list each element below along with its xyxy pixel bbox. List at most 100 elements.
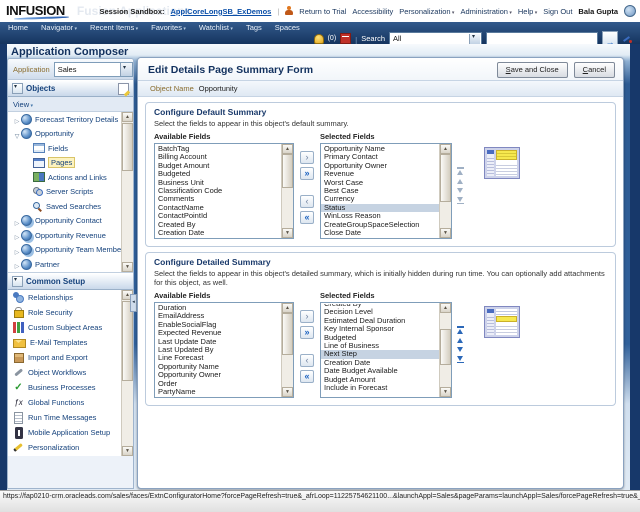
list-scrollbar[interactable] (439, 303, 451, 397)
list-option[interactable]: Creation Date (321, 359, 440, 367)
list-option[interactable]: Estimated Deal Duration (321, 317, 440, 325)
list-option[interactable]: Billing Account (155, 153, 282, 161)
list-option[interactable]: BatchTag (155, 145, 282, 153)
list-option[interactable]: Currency (321, 195, 440, 203)
list-option[interactable]: CreateGroupSpaceSelection (321, 221, 440, 229)
remove-all-icon[interactable]: « (300, 211, 314, 224)
scroll-down-icon[interactable] (282, 387, 293, 397)
menu-home[interactable]: Home (8, 23, 28, 32)
personalization-menu[interactable]: Personalization (399, 7, 454, 16)
application-select[interactable]: Sales (54, 62, 133, 77)
list-option-selected[interactable]: Status (321, 204, 440, 212)
list-scrollbar[interactable] (281, 303, 293, 397)
list-option[interactable]: Duration (155, 304, 282, 312)
tree-item-server-scripts[interactable]: Server Scripts (8, 185, 133, 200)
common-setup-item-run-time-messages[interactable]: Run Time Messages (8, 410, 133, 425)
tree-item-fields[interactable]: Fields (8, 141, 133, 156)
notifications-bell-icon[interactable] (314, 34, 324, 44)
common-setup-item-global-functions[interactable]: ƒxGlobal Functions (8, 395, 133, 410)
remove-selected-icon[interactable]: ‹ (300, 354, 314, 367)
list-option[interactable]: Close Date (321, 229, 440, 237)
list-option[interactable]: Date Budget Available (321, 367, 440, 375)
list-option[interactable]: Creation Date (155, 229, 282, 237)
menu-spaces[interactable]: Spaces (275, 23, 300, 32)
list-option[interactable]: Revenue (321, 170, 440, 178)
calendar-icon[interactable] (340, 33, 351, 44)
scroll-up-icon[interactable] (440, 303, 451, 313)
list-option[interactable]: Last Updated By (155, 346, 282, 354)
expand-icon[interactable] (13, 243, 21, 258)
remove-selected-icon[interactable]: ‹ (300, 195, 314, 208)
list-option[interactable]: Opportunity Name (155, 363, 282, 371)
view-menu-button[interactable]: View (13, 100, 33, 109)
common-setup-scrollbar[interactable] (121, 290, 133, 456)
list-option[interactable]: Line Forecast (155, 354, 282, 362)
move-down-icon[interactable] (457, 347, 463, 352)
tree-scrollbar[interactable] (121, 112, 133, 272)
tree-item-opportunity-team-member[interactable]: Opportunity Team Member (8, 243, 133, 258)
common-setup-item-role-security[interactable]: Role Security (8, 305, 133, 320)
list-option[interactable]: PartyName (155, 388, 282, 396)
move-to-top-icon[interactable] (457, 326, 464, 334)
chevron-down-icon[interactable] (120, 63, 132, 76)
list-option[interactable]: Created By (155, 221, 282, 229)
scroll-down-icon[interactable] (122, 446, 133, 456)
tree-item-actions-and-links[interactable]: Actions and Links (8, 170, 133, 185)
common-setup-item-personalization[interactable]: Personalization (8, 440, 133, 455)
scrollbar-thumb[interactable] (440, 154, 451, 202)
common-setup-item-object-workflows[interactable]: Object Workflows (8, 365, 133, 380)
common-setup-accordion-header[interactable]: Common Setup (8, 273, 133, 290)
scroll-up-icon[interactable] (282, 303, 293, 313)
tree-item-opportunity-revenue[interactable]: Opportunity Revenue (8, 228, 133, 243)
list-option[interactable]: WinLoss Reason (321, 212, 440, 220)
common-setup-item-custom-subject-areas[interactable]: Custom Subject Areas (8, 320, 133, 335)
scrollbar-thumb[interactable] (282, 313, 293, 355)
list-option[interactable]: Decision Level (321, 308, 440, 316)
tree-item-saved-searches[interactable]: Saved Searches (8, 199, 133, 214)
move-to-top-icon[interactable] (457, 167, 464, 175)
list-option[interactable]: Budgeted (321, 334, 440, 342)
expand-icon[interactable] (13, 228, 21, 243)
objects-accordion-header[interactable]: Objects (8, 80, 133, 97)
list-option[interactable]: Opportunity Owner (155, 371, 282, 379)
list-option[interactable]: Classification Code (155, 187, 282, 195)
move-to-bottom-icon[interactable] (457, 197, 464, 205)
accessibility-link[interactable]: Accessibility (352, 7, 393, 16)
selected-fields-list[interactable]: Created By Decision Level Estimated Deal… (320, 302, 452, 398)
scroll-down-icon[interactable] (282, 228, 293, 238)
menu-navigator[interactable]: Navigator (41, 23, 77, 32)
scroll-up-icon[interactable] (282, 144, 293, 154)
move-all-icon[interactable]: » (300, 326, 314, 339)
remove-all-icon[interactable]: « (300, 370, 314, 383)
list-option[interactable]: Include in Forecast (321, 384, 440, 392)
list-scrollbar[interactable] (281, 144, 293, 238)
tree-item-forecast-territory-details[interactable]: Forecast Territory Details (8, 112, 133, 127)
list-scrollbar[interactable] (439, 144, 451, 238)
expand-icon[interactable] (13, 257, 21, 272)
common-setup-item-import-and-export[interactable]: Import and Export (8, 350, 133, 365)
help-menu[interactable]: Help (518, 7, 537, 16)
list-option[interactable]: EmailAddress (155, 312, 282, 320)
list-option[interactable]: Budgeted (155, 170, 282, 178)
list-option-selected[interactable]: Next Step (321, 350, 440, 358)
scrollbar-thumb[interactable] (282, 154, 293, 188)
selected-fields-list[interactable]: Opportunity Name Primary Contact Opportu… (320, 143, 452, 239)
list-option[interactable]: ContactPointId (155, 212, 282, 220)
cancel-button[interactable]: Cancel (574, 62, 615, 78)
move-selected-icon[interactable]: › (300, 310, 314, 323)
sidebar-collapse-handle[interactable] (130, 294, 137, 312)
chevron-down-icon[interactable] (469, 34, 480, 44)
list-option[interactable]: Line of Business (321, 342, 440, 350)
advanced-search-icon[interactable] (622, 34, 632, 44)
collapse-icon[interactable] (13, 127, 21, 142)
scroll-up-icon[interactable] (440, 144, 451, 154)
scroll-down-icon[interactable] (440, 387, 451, 397)
available-fields-list[interactable]: BatchTag Billing Account Budget Amount B… (154, 143, 294, 239)
list-option[interactable]: Primary Contact (321, 153, 440, 161)
tree-item-partner[interactable]: Partner (8, 257, 133, 272)
available-fields-list[interactable]: Duration EmailAddress EnableSocialFlag E… (154, 302, 294, 398)
menu-tags[interactable]: Tags (246, 23, 262, 32)
common-setup-item-email-templates[interactable]: E-Mail Templates (8, 335, 133, 350)
list-option[interactable]: ContactName (155, 204, 282, 212)
list-option[interactable]: Best Case (321, 187, 440, 195)
